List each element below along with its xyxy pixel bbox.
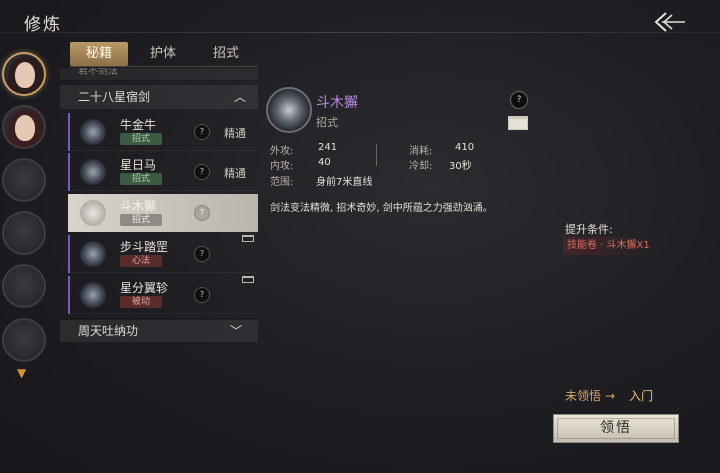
progress-to: 入门 xyxy=(629,389,654,403)
book-icon[interactable] xyxy=(508,116,528,130)
category-top[interactable]: 君不剑法 xyxy=(60,68,258,80)
stat-label: 冷却: xyxy=(409,161,433,172)
sigil-icon: ? xyxy=(194,287,210,303)
skill-level: 精通 xyxy=(224,167,246,180)
tab-moves[interactable]: 招式 xyxy=(197,42,255,66)
skill-name: 星日马 xyxy=(120,158,157,172)
skill-name: 斗木獬 xyxy=(120,199,157,213)
book-icon xyxy=(242,276,254,283)
skill-tag: 招式 xyxy=(120,173,162,185)
sigil-icon: ? xyxy=(194,164,210,180)
category-label: 二十八星宿剑 xyxy=(78,90,151,104)
stat-label: 范围: xyxy=(270,177,294,188)
skill-icon xyxy=(80,159,106,185)
skill-level: 精通 xyxy=(224,127,246,140)
skill-item[interactable]: 星分翼轸 被动 ? xyxy=(68,276,258,314)
category-bottom[interactable]: 周天吐纳功 ﹀ xyxy=(60,320,258,342)
skill-tag: 招式 xyxy=(120,214,162,226)
avatar-character-1[interactable] xyxy=(2,52,46,96)
progress-from: 未领悟 xyxy=(565,389,602,403)
stat-label: 消耗: xyxy=(409,146,433,157)
stat-value: 身前7米直线 xyxy=(316,177,373,188)
skill-icon xyxy=(80,282,106,308)
avatar-character-2[interactable] xyxy=(2,105,46,149)
arrow-right-icon: → xyxy=(605,389,616,403)
skill-icon xyxy=(80,200,106,226)
book-icon xyxy=(242,235,254,242)
skill-icon xyxy=(80,241,106,267)
stat-value: 40 xyxy=(318,157,331,168)
skill-name: 步斗踏罡 xyxy=(120,240,169,254)
skill-name: 星分翼轸 xyxy=(120,281,169,295)
tab-secret-manual[interactable]: 秘籍 xyxy=(70,42,128,66)
progress-indicator: 未领悟 → 入门 xyxy=(565,387,653,404)
category-label: 周天吐纳功 xyxy=(78,324,139,338)
header-divider xyxy=(0,32,720,33)
skill-item[interactable]: 斗木獬 招式 ? xyxy=(68,194,258,232)
skill-item[interactable]: 星日马 招式 ? 精通 xyxy=(68,153,258,191)
skill-icon xyxy=(80,119,106,145)
skill-list[interactable]: 君不剑法 二十八星宿剑 ︿ 牛金牛 招式 ? 精通 星日马 招式 ? 精通 斗木… xyxy=(60,68,258,340)
requirement-label: 提升条件: xyxy=(565,223,613,236)
sigil-icon: ? xyxy=(194,205,210,221)
skill-tag: 被动 xyxy=(120,296,162,308)
stat-value: 410 xyxy=(455,142,475,153)
book-icon xyxy=(242,194,254,201)
skill-item[interactable]: 步斗踏罡 心法 ? xyxy=(68,235,258,273)
category-group[interactable]: 二十八星宿剑 ︿ xyxy=(60,85,258,109)
category-label: 君不剑法 xyxy=(78,68,118,77)
avatar-slot-empty[interactable] xyxy=(2,211,46,255)
chevron-down-icon[interactable]: ▼ xyxy=(17,366,26,380)
chevron-down-icon: ﹀ xyxy=(229,324,242,338)
skill-detail-icon xyxy=(266,87,312,133)
avatar-slot-empty[interactable] xyxy=(2,318,46,362)
skill-item[interactable]: 牛金牛 招式 ? 精通 xyxy=(68,113,258,151)
skill-detail-type: 招式 xyxy=(316,116,338,129)
stat-label: 内攻: xyxy=(270,161,294,172)
sigil-icon[interactable]: ? xyxy=(510,91,528,109)
tab-divider xyxy=(70,66,258,67)
skill-name: 牛金牛 xyxy=(120,118,157,132)
skill-description: 剑法变法精微, 招术奇妙, 剑中所蕴之力强劲汹涌。 xyxy=(270,203,493,214)
back-arrow-icon xyxy=(654,12,685,32)
sigil-icon: ? xyxy=(194,124,210,140)
avatar-slot-empty[interactable] xyxy=(2,264,46,308)
learn-button[interactable]: 领悟 xyxy=(553,414,679,443)
skill-tag: 招式 xyxy=(120,133,162,145)
back-button[interactable] xyxy=(652,10,686,34)
chevron-up-icon: ︿ xyxy=(233,90,246,104)
skill-tag: 心法 xyxy=(120,255,162,267)
tab-body-protection[interactable]: 护体 xyxy=(134,42,192,66)
sigil-icon: ? xyxy=(194,246,210,262)
stat-value: 30秒 xyxy=(449,161,472,172)
stat-label: 外攻: xyxy=(270,146,294,157)
stat-value: 241 xyxy=(318,142,338,153)
requirement-value[interactable]: 技能卷 · 斗木獬X1 xyxy=(563,237,654,255)
stat-divider xyxy=(376,144,377,166)
avatar-slot-empty[interactable] xyxy=(2,158,46,202)
skill-detail-name: 斗木獬 xyxy=(316,95,358,111)
